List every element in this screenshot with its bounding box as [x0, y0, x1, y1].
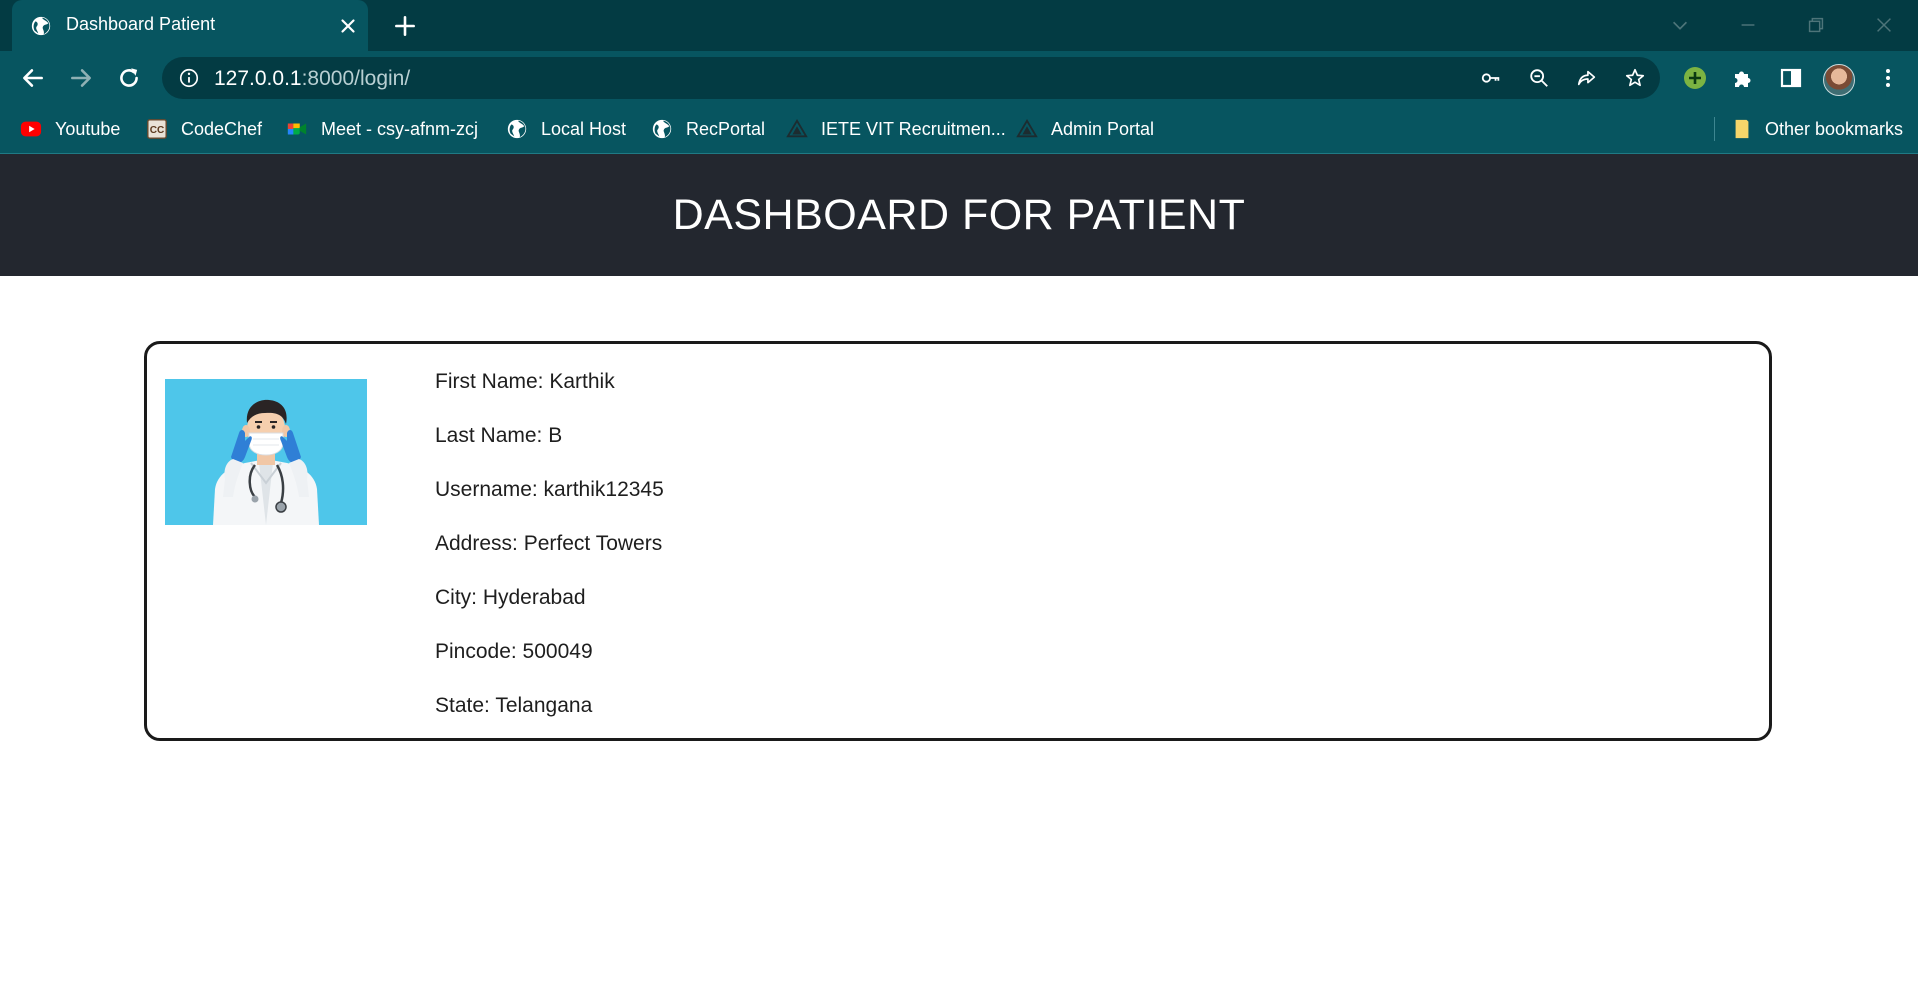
more-menu-icon[interactable] — [1876, 66, 1900, 90]
close-window-icon[interactable] — [1873, 14, 1895, 36]
new-tab-icon[interactable] — [392, 13, 418, 39]
site-info-icon[interactable] — [178, 67, 200, 89]
state-field: State: Telangana — [435, 694, 593, 717]
bookmark-iete-vit[interactable]: IETE VIT Recruitmen... — [786, 116, 1006, 142]
side-panel-icon[interactable] — [1779, 66, 1803, 90]
bookmark-label: Local Host — [541, 118, 627, 139]
url-text: 127.0.0.1:8000/login/ — [214, 67, 410, 91]
bookmark-label: IETE VIT Recruitmen... — [821, 118, 1006, 139]
restore-icon[interactable] — [1805, 14, 1827, 36]
bookmark-codechef[interactable]: CC CodeChef — [146, 116, 262, 142]
address-bar[interactable]: 127.0.0.1:8000/login/ — [162, 57, 1660, 99]
tab-title: Dashboard Patient — [66, 14, 216, 34]
first-name-field: First Name: Karthik — [435, 370, 615, 393]
globe-icon — [507, 119, 527, 139]
patient-profile-card: First Name: Karthik Last Name: B Usernam… — [144, 341, 1772, 741]
last-name-field: Last Name: B — [435, 424, 563, 447]
tab-strip: Dashboard Patient — [0, 0, 1918, 51]
zoom-out-icon[interactable] — [1528, 67, 1550, 89]
doctor-avatar-illustration — [213, 399, 319, 525]
globe-icon — [31, 16, 51, 36]
city-field: City: Hyderabad — [435, 586, 586, 609]
other-bookmarks[interactable]: Other bookmarks — [1731, 116, 1903, 142]
bookmarks-bar: Youtube CC CodeChef Meet - csy-afnm-zcj … — [0, 105, 1918, 154]
forward-arrow-icon[interactable] — [68, 65, 94, 91]
bookmark-local-host[interactable]: Local Host — [506, 116, 626, 142]
username-field: Username: karthik12345 — [435, 478, 664, 501]
extensions-puzzle-icon[interactable] — [1731, 66, 1755, 90]
triangle-logo-icon — [786, 118, 808, 138]
share-icon[interactable] — [1576, 67, 1598, 89]
triangle-logo-icon — [1016, 118, 1038, 138]
key-icon[interactable] — [1480, 67, 1502, 89]
bookmark-star-icon[interactable] — [1624, 67, 1646, 89]
bookmark-label: Admin Portal — [1051, 118, 1155, 139]
page-header: DASHBOARD FOR PATIENT — [0, 154, 1918, 276]
url-host: 127.0.0.1 — [214, 67, 302, 90]
browser-toolbar: 127.0.0.1:8000/login/ — [0, 51, 1918, 105]
patient-details: First Name: Karthik Last Name: B Usernam… — [435, 369, 664, 747]
bookmark-label: RecPortal — [686, 118, 766, 139]
bookmark-label: Youtube — [55, 118, 121, 139]
youtube-icon — [20, 121, 42, 137]
bookmark-label: Meet - csy-afnm-zcj — [321, 118, 479, 139]
bookmark-youtube[interactable]: Youtube — [20, 116, 120, 142]
page-title: DASHBOARD FOR PATIENT — [672, 190, 1246, 239]
minimize-icon[interactable] — [1737, 14, 1759, 36]
bookmarks-divider — [1714, 117, 1715, 141]
folder-icon — [1735, 119, 1749, 139]
pincode-field: Pincode: 500049 — [435, 640, 593, 663]
meet-icon — [287, 123, 307, 135]
profile-image — [165, 379, 367, 525]
bookmark-meet[interactable]: Meet - csy-afnm-zcj — [286, 116, 478, 142]
bookmark-admin-portal[interactable]: Admin Portal — [1016, 116, 1154, 142]
globe-icon — [652, 119, 672, 139]
close-tab-icon[interactable] — [337, 15, 359, 37]
bookmark-label: CodeChef — [181, 118, 263, 139]
profile-avatar[interactable] — [1823, 64, 1855, 96]
extension-plus-icon[interactable] — [1683, 66, 1707, 90]
other-bookmarks-label: Other bookmarks — [1765, 118, 1904, 139]
url-path: :8000/login/ — [301, 67, 411, 90]
bookmark-recportal[interactable]: RecPortal — [651, 116, 765, 142]
tab-search-chevron-icon[interactable] — [1669, 14, 1691, 36]
reload-icon[interactable] — [116, 65, 142, 91]
back-arrow-icon[interactable] — [20, 65, 46, 91]
address-field: Address: Perfect Towers — [435, 532, 663, 555]
svg-text:CC: CC — [150, 125, 165, 136]
codechef-icon: CC — [147, 119, 167, 139]
browser-tab-active[interactable]: Dashboard Patient — [12, 0, 368, 51]
